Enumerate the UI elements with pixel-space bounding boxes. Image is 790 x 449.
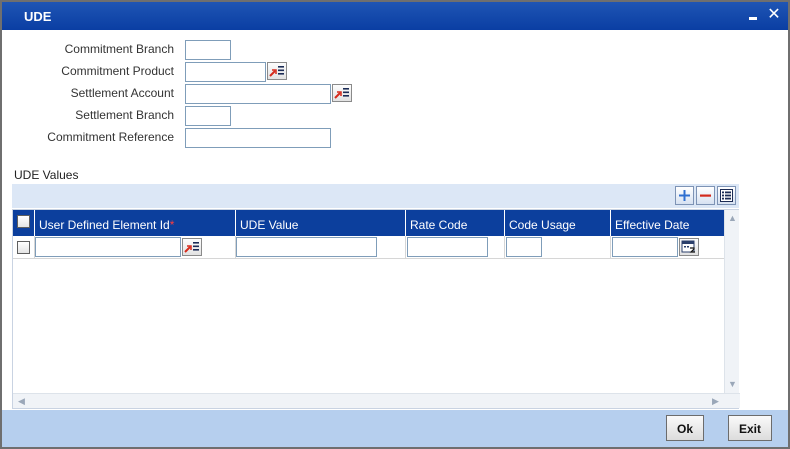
column-header-ude-value[interactable]: UDE Value [236,210,406,236]
commitment-product-input[interactable] [185,62,266,82]
scroll-up-icon[interactable]: ▲ [726,212,739,225]
title-bar: UDE ✕ [2,2,788,30]
commitment-product-label: Commitment Product [61,64,174,78]
rate-code-input[interactable] [407,237,488,257]
scroll-right-icon[interactable]: ▶ [709,395,722,408]
commitment-reference-input[interactable] [185,128,331,148]
settlement-account-lov-icon[interactable] [332,84,352,102]
exit-button[interactable]: Exit [728,415,772,441]
element-id-input[interactable] [35,237,181,257]
commitment-branch-label: Commitment Branch [64,42,174,56]
element-id-lov-icon[interactable] [182,238,202,256]
minimize-icon[interactable] [744,6,762,24]
add-row-plus-icon[interactable] [675,186,694,205]
delete-row-minus-icon[interactable] [696,186,715,205]
horizontal-scrollbar[interactable]: ◀ ▶ [13,393,740,408]
single-view-list-icon[interactable] [717,186,736,205]
code-usage-input[interactable] [506,237,542,257]
row-select-checkbox[interactable] [17,241,30,254]
grid-toolbar [12,184,739,208]
column-header-code-usage[interactable]: Code Usage [505,210,611,236]
settlement-branch-input[interactable] [185,106,231,126]
column-header-effective-date[interactable]: Effective Date [611,210,724,236]
column-header-rate-code[interactable]: Rate Code [406,210,505,236]
settlement-branch-label: Settlement Branch [75,108,174,122]
column-header-element-id[interactable]: User Defined Element Id* [35,210,236,236]
commitment-product-lov-icon[interactable] [267,62,287,80]
ok-button[interactable]: Ok [666,415,704,441]
commitment-reference-label: Commitment Reference [47,130,174,144]
scroll-down-icon[interactable]: ▼ [726,378,739,391]
commitment-branch-input[interactable] [185,40,231,60]
select-all-checkbox[interactable] [17,215,30,228]
settlement-account-input[interactable] [185,84,331,104]
scroll-left-icon[interactable]: ◀ [15,395,28,408]
calendar-icon[interactable] [679,238,699,256]
window-title: UDE [24,9,52,24]
select-all-cell [13,210,35,236]
ude-window: UDE ✕ Commitment Branch Commitment Produ… [0,0,790,449]
effective-date-input[interactable] [612,237,678,257]
close-icon[interactable]: ✕ [765,6,783,24]
grid-header: User Defined Element Id* UDE Value Rate … [13,210,724,236]
column-header-element-id-label: User Defined Element Id [39,218,170,232]
ude-value-input[interactable] [236,237,377,257]
required-marker: * [169,218,175,232]
settlement-account-label: Settlement Account [70,86,174,100]
ude-values-section-title: UDE Values [14,168,79,182]
vertical-scrollbar[interactable]: ▲ ▼ [724,210,739,393]
table-row [13,236,724,259]
ude-values-grid: User Defined Element Id* UDE Value Rate … [12,209,740,409]
